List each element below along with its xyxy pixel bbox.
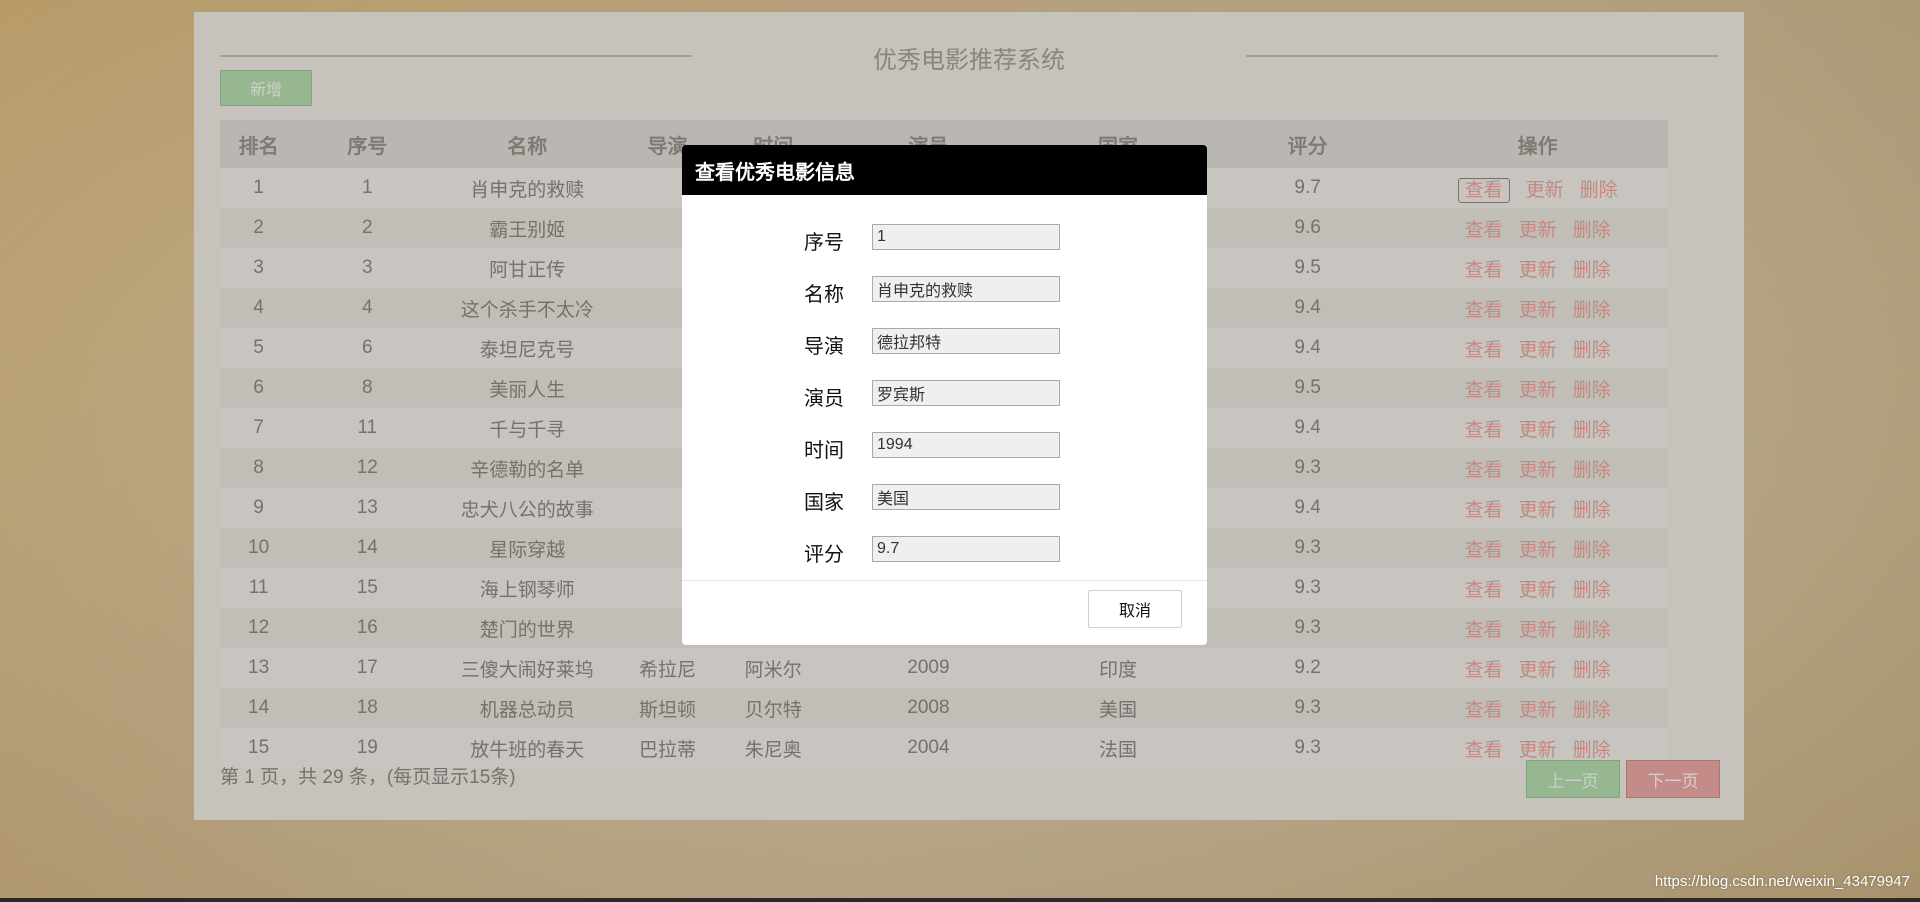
country-field[interactable] [872,484,1060,510]
name-field[interactable] [872,276,1060,302]
field-row-actor: 演员 [682,378,1207,410]
field-row-country: 国家 [682,482,1207,514]
view-movie-dialog: 查看优秀电影信息 序号 名称 导演 演员 时间 国家 评分 取 [682,145,1207,645]
cancel-button[interactable]: 取消 [1088,590,1182,628]
director-field[interactable] [872,328,1060,354]
watermark: https://blog.csdn.net/weixin_43479947 [1654,873,1910,890]
field-label: 演员 [804,388,844,410]
time-field[interactable] [872,432,1060,458]
field-label: 名称 [804,284,844,306]
actor-field[interactable] [872,380,1060,406]
field-label: 评分 [804,544,844,566]
field-label: 时间 [804,440,844,462]
dialog-body: 序号 名称 导演 演员 时间 国家 评分 [682,195,1207,581]
id-field[interactable] [872,224,1060,250]
field-label: 国家 [804,492,844,514]
bottom-strip [0,898,1920,902]
field-row-score: 评分 [682,534,1207,566]
field-row-time: 时间 [682,430,1207,462]
field-row-id: 序号 [682,222,1207,254]
field-label: 序号 [804,232,844,254]
dialog-title: 查看优秀电影信息 [682,145,1207,195]
score-field[interactable] [872,536,1060,562]
field-row-director: 导演 [682,326,1207,358]
field-label: 导演 [804,336,844,358]
field-row-name: 名称 [682,274,1207,306]
